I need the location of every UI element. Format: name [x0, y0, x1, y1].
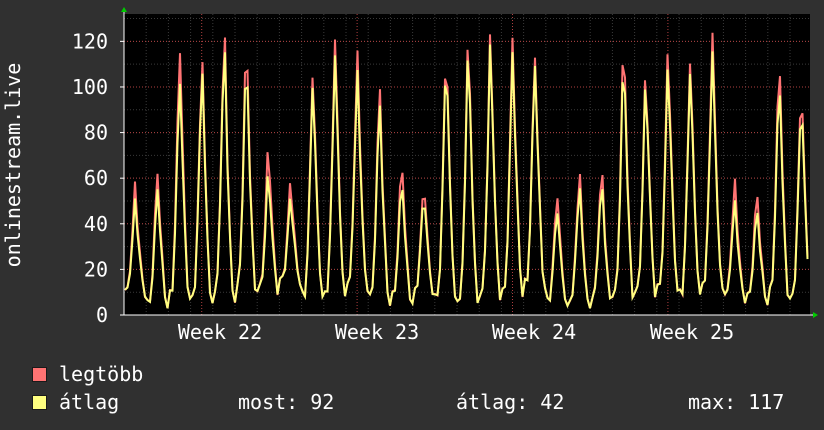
x-axis-arrow [813, 312, 818, 318]
y-axis-title: onlinestream.live [1, 63, 25, 268]
y-tick-label: 120 [72, 29, 108, 53]
legend-swatch-max [32, 366, 47, 382]
stat-now: most: 92 [238, 390, 335, 414]
y-tick-label: 20 [84, 257, 108, 281]
y-tick-label: 80 [84, 121, 108, 145]
y-tick-label: 40 [84, 212, 108, 236]
stat-max: max: 117 [688, 390, 785, 414]
x-tick-label: Week 23 [335, 320, 419, 344]
x-tick-label: Week 24 [492, 320, 576, 344]
legend-label-avg: átlag [59, 390, 120, 414]
x-tick-label: Week 25 [650, 320, 734, 344]
legend-swatch-avg [32, 394, 47, 410]
legend-item-max: legtöbb [32, 362, 143, 386]
y-tick-label: 60 [84, 166, 108, 190]
legend-item-avg: átlag [32, 390, 119, 414]
stat-average: átlag: 42 [456, 390, 565, 414]
y-tick-label: 100 [72, 75, 108, 99]
legend-label-max: legtöbb [59, 362, 144, 386]
y-tick-label: 0 [96, 303, 108, 327]
y-axis-arrow [121, 7, 127, 12]
x-tick-label: Week 22 [178, 320, 262, 344]
